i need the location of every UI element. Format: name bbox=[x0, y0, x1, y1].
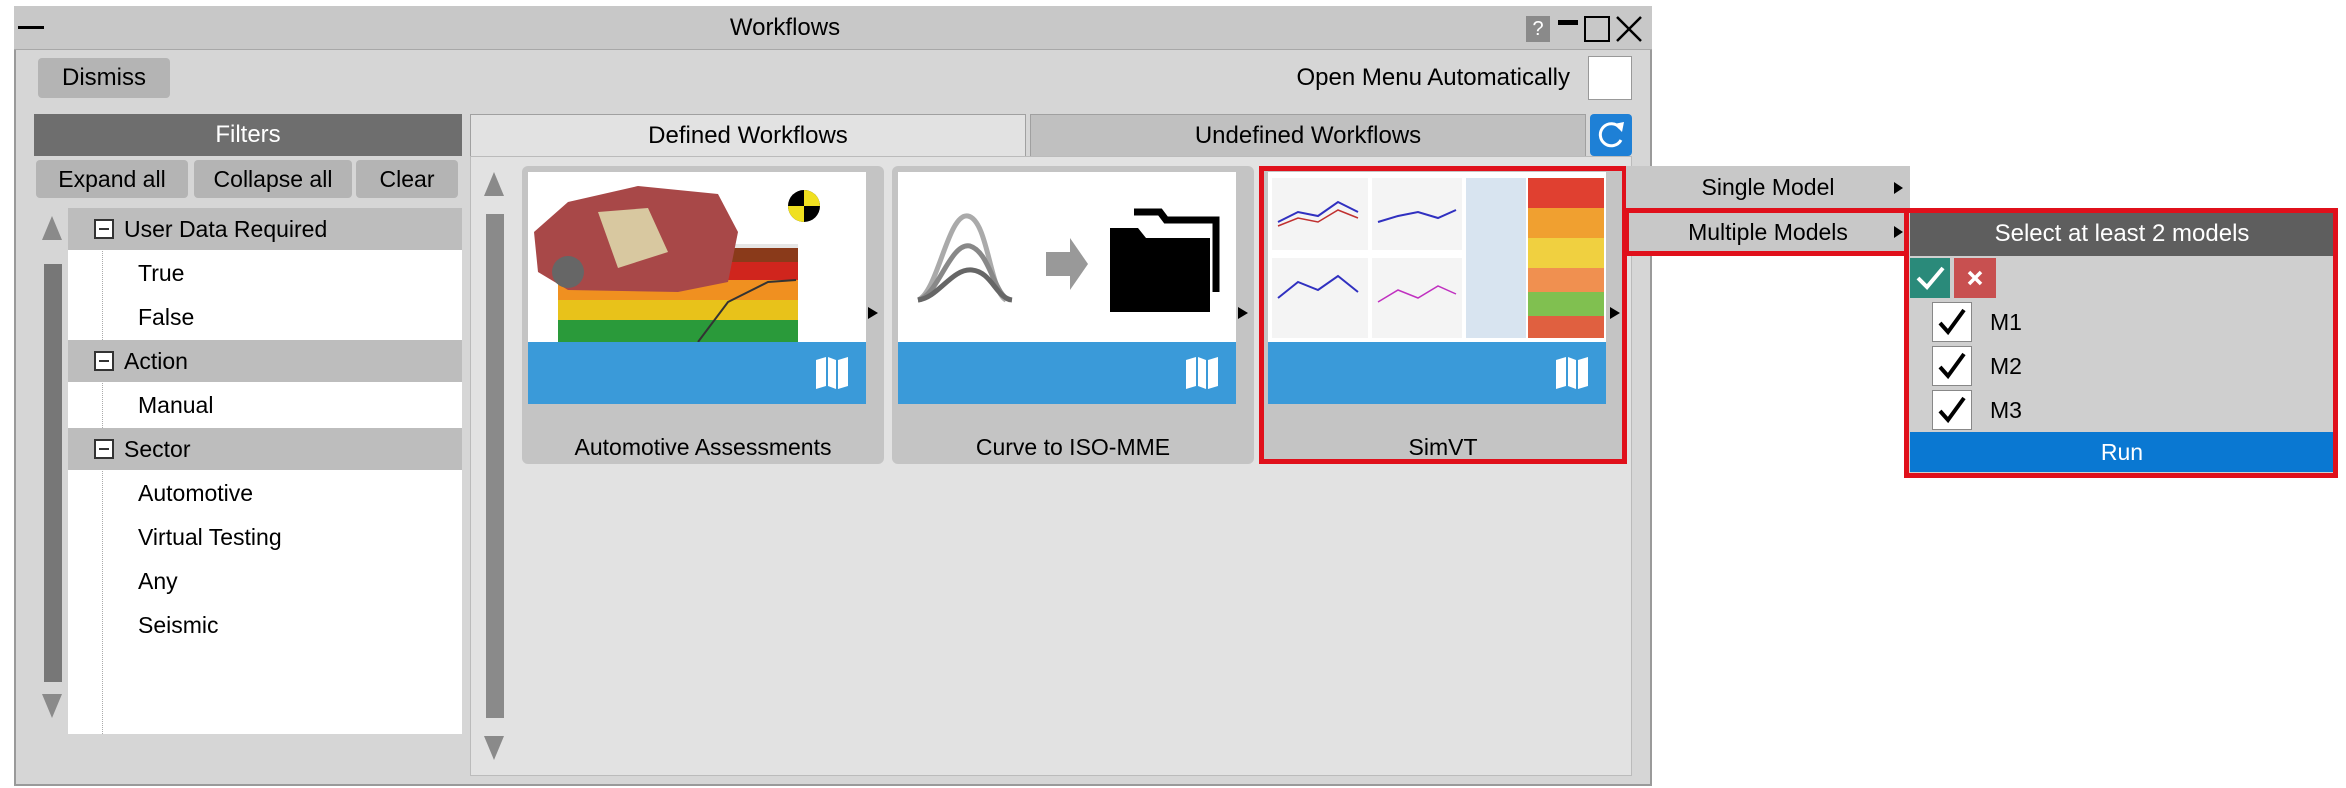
menu-item-single-model[interactable]: Single Model bbox=[1626, 166, 1910, 208]
scroll-up-icon[interactable] bbox=[484, 172, 504, 196]
filters-header: Filters bbox=[34, 114, 462, 156]
scroll-thumb[interactable] bbox=[44, 264, 62, 682]
help-icon[interactable]: ? bbox=[1526, 16, 1550, 42]
collapse-icon[interactable] bbox=[1558, 20, 1578, 25]
tree-line bbox=[102, 208, 103, 734]
expand-arrow-icon[interactable] bbox=[1238, 307, 1248, 319]
window-title: Workflows bbox=[729, 14, 841, 41]
curve-to-folder-image bbox=[916, 208, 1220, 312]
card-label: Automotive Assessments bbox=[574, 434, 832, 460]
filter-group-label: User Data Required bbox=[124, 215, 328, 242]
filter-group-label: Action bbox=[124, 347, 188, 374]
filter-item-virtual-testing[interactable]: Virtual Testing bbox=[138, 516, 282, 558]
open-menu-checkbox[interactable] bbox=[1588, 56, 1632, 100]
filter-item-label: Manual bbox=[138, 391, 214, 418]
map-icon bbox=[814, 356, 850, 390]
close-icon[interactable] bbox=[1614, 14, 1644, 44]
filter-item-manual[interactable]: Manual bbox=[138, 384, 213, 426]
filter-item-label: Automotive bbox=[138, 479, 254, 506]
collapse-toggle-icon[interactable] bbox=[94, 439, 114, 459]
maximize-icon[interactable] bbox=[1584, 16, 1610, 42]
collapse-toggle-icon[interactable] bbox=[94, 219, 114, 239]
tab-defined-workflows[interactable]: Defined Workflows bbox=[470, 114, 1026, 156]
multiple-models-highlight bbox=[1624, 208, 1914, 256]
filter-item-true[interactable]: True bbox=[138, 252, 184, 294]
card-label: Curve to ISO-MME bbox=[975, 434, 1171, 460]
filter-scrollbar[interactable] bbox=[38, 208, 66, 734]
filter-item-false[interactable]: False bbox=[138, 296, 194, 338]
filter-item-automotive[interactable]: Automotive bbox=[138, 472, 253, 514]
minimize-icon[interactable] bbox=[18, 26, 44, 29]
scroll-down-icon[interactable] bbox=[42, 694, 62, 718]
filter-item-label: True bbox=[138, 259, 185, 286]
iso-mme-thumbnail bbox=[898, 172, 1236, 342]
crash-test-image bbox=[534, 186, 820, 342]
refresh-icon bbox=[1598, 122, 1624, 148]
menu-item-label: Single Model bbox=[1701, 173, 1835, 200]
scroll-up-icon[interactable] bbox=[42, 216, 62, 240]
filter-group-user-data[interactable]: User Data Required bbox=[68, 208, 462, 250]
simvt-highlight bbox=[1259, 166, 1627, 464]
collapse-toggle-icon[interactable] bbox=[94, 351, 114, 371]
filter-item-label: Any bbox=[138, 567, 178, 594]
filter-tree: User Data Required True False Action Man… bbox=[68, 208, 462, 734]
model-select-highlight bbox=[1904, 208, 2338, 478]
workflow-scrollbar[interactable] bbox=[482, 166, 510, 772]
collapse-all-button[interactable]: Collapse all bbox=[194, 160, 352, 198]
scroll-down-icon[interactable] bbox=[484, 736, 504, 760]
open-menu-label: Open Menu Automatically bbox=[1296, 64, 1570, 91]
clear-button[interactable]: Clear bbox=[356, 160, 458, 198]
scroll-thumb[interactable] bbox=[486, 214, 504, 718]
filter-group-sector[interactable]: Sector bbox=[68, 428, 462, 470]
filter-item-label: Virtual Testing bbox=[138, 523, 282, 550]
filter-group-action[interactable]: Action bbox=[68, 340, 462, 382]
expand-all-button[interactable]: Expand all bbox=[36, 160, 188, 198]
filter-item-seismic[interactable]: Seismic bbox=[138, 604, 219, 646]
expand-arrow-icon[interactable] bbox=[868, 307, 878, 319]
map-icon bbox=[1184, 356, 1220, 390]
tab-undefined-workflows[interactable]: Undefined Workflows bbox=[1030, 114, 1586, 156]
dismiss-button[interactable]: Dismiss bbox=[38, 58, 170, 98]
filter-item-label: False bbox=[138, 303, 195, 330]
filter-item-label: Seismic bbox=[138, 611, 219, 638]
filter-group-label: Sector bbox=[124, 435, 191, 462]
automotive-thumbnail bbox=[528, 172, 866, 342]
filter-item-any[interactable]: Any bbox=[138, 560, 178, 602]
submenu-arrow-icon bbox=[1894, 182, 1903, 194]
refresh-button[interactable] bbox=[1590, 114, 1632, 156]
